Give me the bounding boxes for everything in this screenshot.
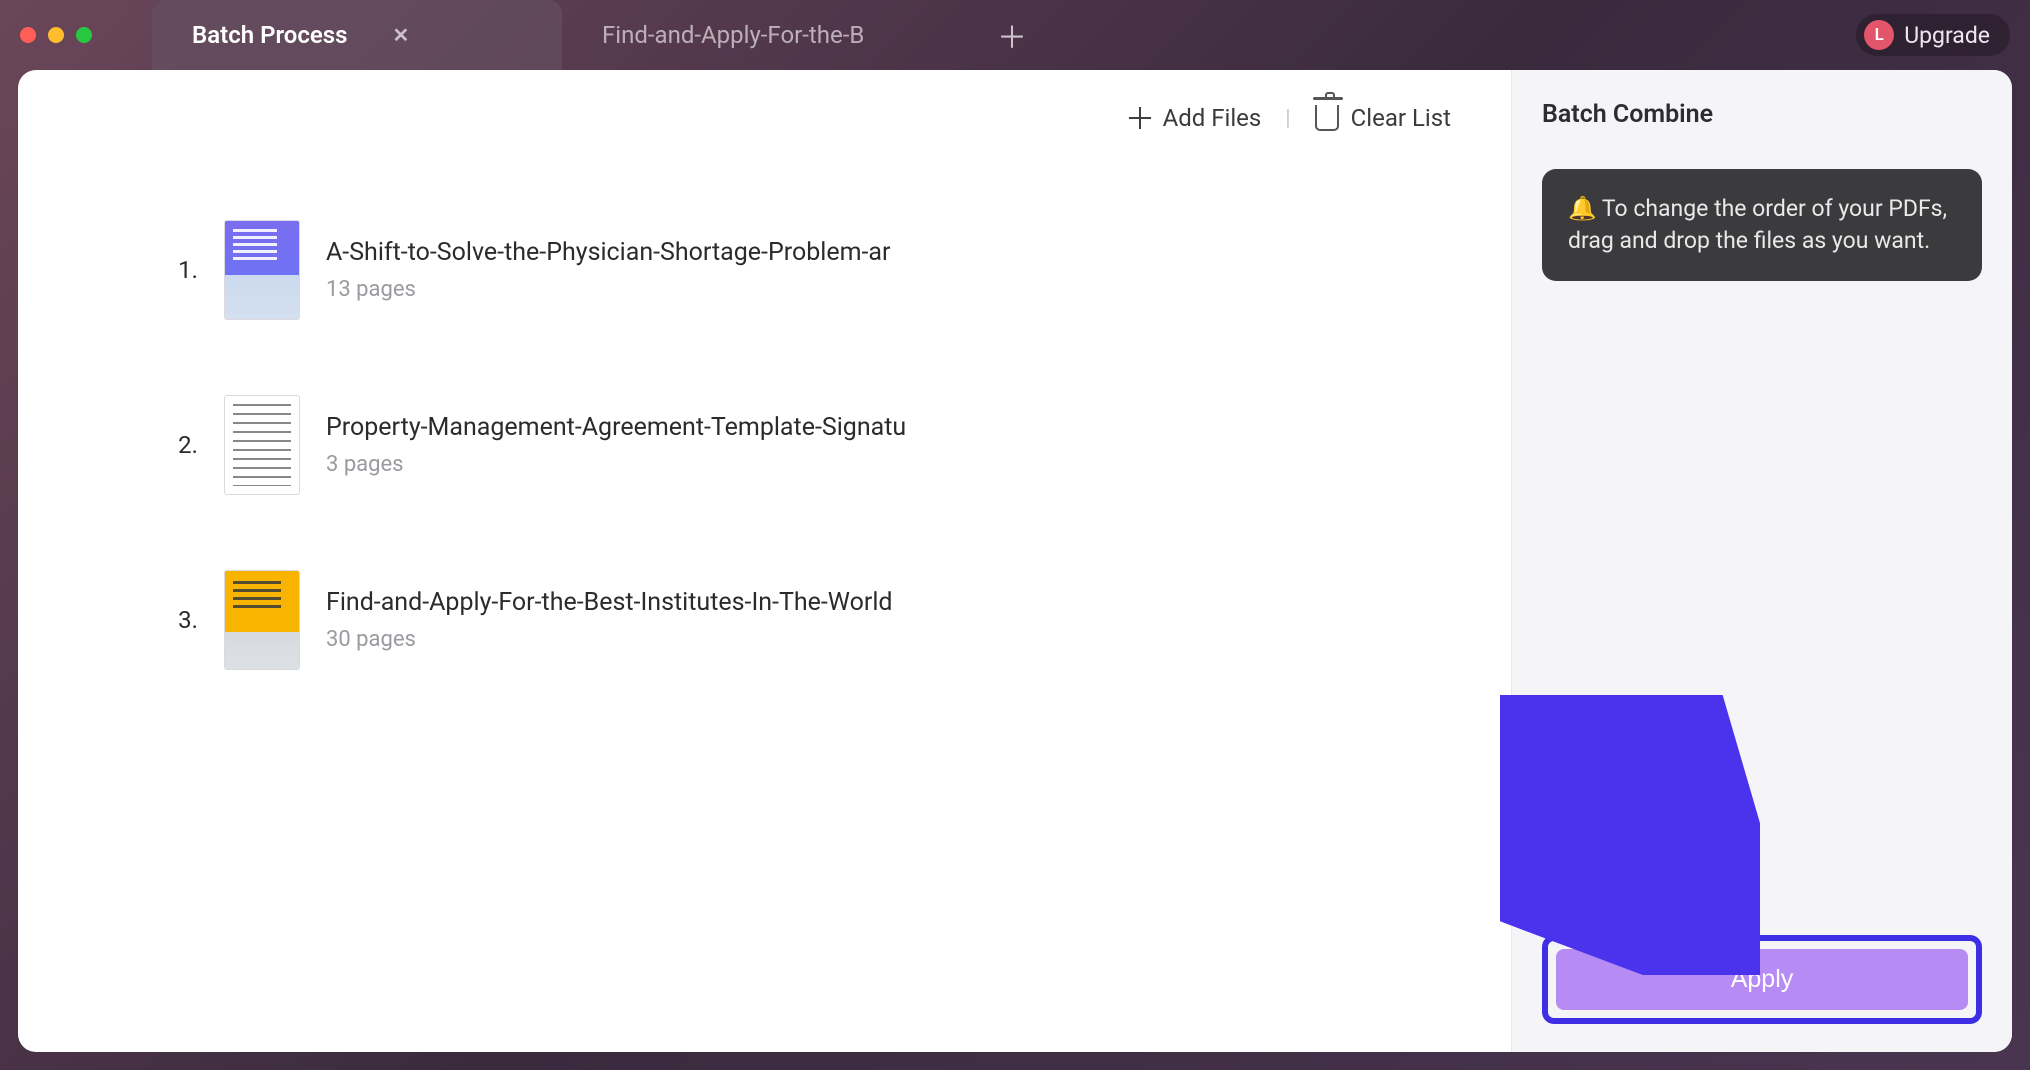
plus-icon [1129, 107, 1151, 129]
file-name: A-Shift-to-Solve-the-Physician-Shortage-… [326, 238, 891, 267]
tab-label: Find-and-Apply-For-the-B [602, 21, 864, 49]
file-meta: Find-and-Apply-For-the-Best-Institutes-I… [326, 588, 893, 652]
file-pages: 13 pages [326, 277, 891, 302]
tab-batch-process[interactable]: Batch Process ✕ [152, 0, 562, 70]
avatar: L [1864, 20, 1894, 50]
upgrade-label: Upgrade [1904, 22, 1990, 49]
new-tab-button[interactable]: ＋ [972, 13, 1052, 57]
apply-highlight: Apply [1542, 935, 1982, 1024]
file-thumbnail [224, 395, 300, 495]
clear-list-label: Clear List [1351, 104, 1451, 132]
panel-title: Batch Combine [1542, 100, 1982, 129]
file-name: Find-and-Apply-For-the-Best-Institutes-I… [326, 588, 893, 617]
file-list-panel: Add Files | Clear List 1. A-Shift-to-Sol… [18, 70, 1512, 1052]
upgrade-button[interactable]: L Upgrade [1856, 14, 2010, 56]
divider: | [1285, 106, 1290, 131]
file-list: 1. A-Shift-to-Solve-the-Physician-Shorta… [18, 142, 1511, 707]
file-pages: 30 pages [326, 627, 893, 652]
clear-list-button[interactable]: Clear List [1315, 104, 1451, 132]
maximize-window-button[interactable] [76, 27, 92, 43]
list-item[interactable]: 1. A-Shift-to-Solve-the-Physician-Shorta… [158, 182, 1471, 357]
close-window-button[interactable] [20, 27, 36, 43]
row-index: 1. [158, 256, 198, 284]
list-item[interactable]: 2. Property-Management-Agreement-Templat… [158, 357, 1471, 532]
window-controls [20, 27, 92, 43]
tab-find-and-apply[interactable]: Find-and-Apply-For-the-B [562, 0, 972, 70]
file-thumbnail [224, 220, 300, 320]
list-item[interactable]: 3. Find-and-Apply-For-the-Best-Institute… [158, 532, 1471, 707]
minimize-window-button[interactable] [48, 27, 64, 43]
tabs: Batch Process ✕ Find-and-Apply-For-the-B… [152, 0, 1052, 70]
tip-box: 🔔 To change the order of your PDFs, drag… [1542, 169, 1982, 281]
trash-icon [1315, 105, 1339, 131]
apply-wrap: Apply [1542, 935, 1982, 1024]
file-pages: 3 pages [326, 452, 906, 477]
tab-label: Batch Process [192, 21, 347, 49]
main-window: Add Files | Clear List 1. A-Shift-to-Sol… [18, 70, 2012, 1052]
add-files-label: Add Files [1163, 104, 1262, 132]
close-tab-icon[interactable]: ✕ [392, 23, 409, 47]
apply-button[interactable]: Apply [1556, 949, 1968, 1010]
add-files-button[interactable]: Add Files [1129, 104, 1262, 132]
file-thumbnail [224, 570, 300, 670]
actions-bar: Add Files | Clear List [18, 70, 1511, 142]
file-meta: A-Shift-to-Solve-the-Physician-Shortage-… [326, 238, 891, 302]
file-meta: Property-Management-Agreement-Template-S… [326, 413, 906, 477]
row-index: 3. [158, 606, 198, 634]
options-panel: Batch Combine 🔔 To change the order of y… [1512, 70, 2012, 1052]
titlebar: Batch Process ✕ Find-and-Apply-For-the-B… [0, 0, 2030, 70]
file-name: Property-Management-Agreement-Template-S… [326, 413, 906, 442]
row-index: 2. [158, 431, 198, 459]
